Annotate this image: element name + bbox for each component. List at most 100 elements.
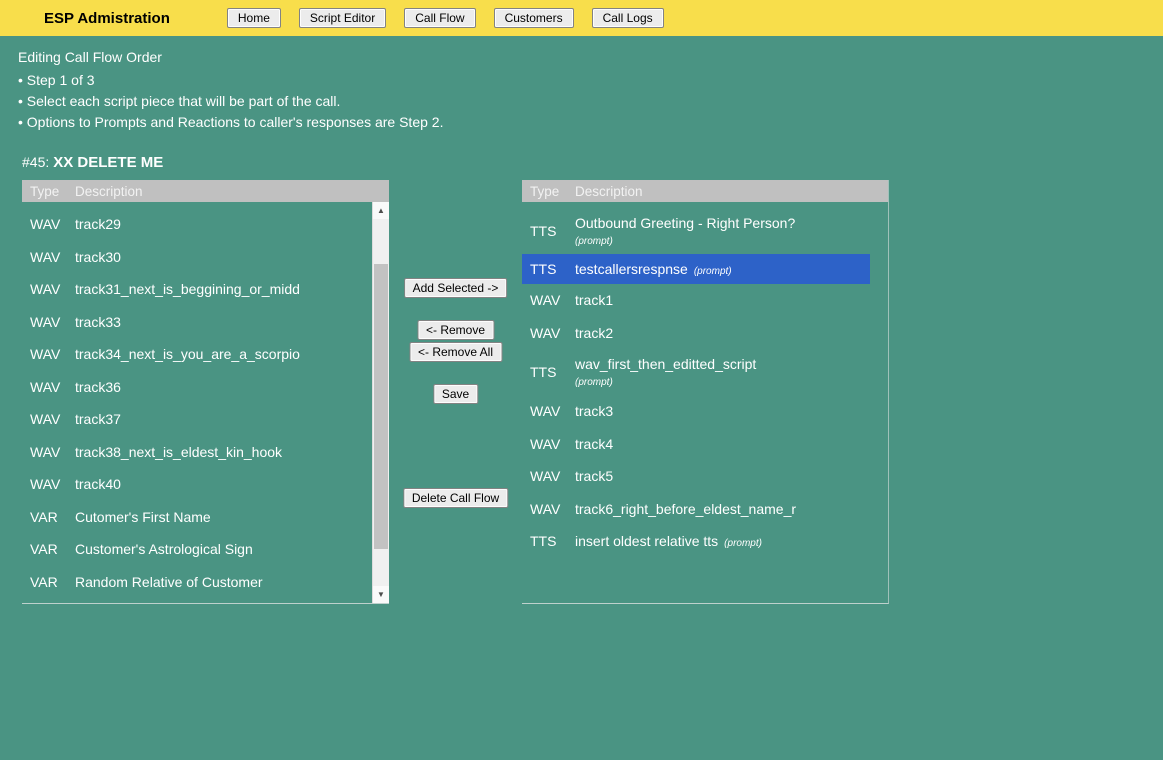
item-type: WAV — [522, 501, 575, 517]
item-type: TTS — [522, 223, 575, 239]
prompt-tag: (prompt) — [724, 538, 762, 549]
app-title: ESP Admistration — [44, 10, 170, 27]
column-header-description: Description — [75, 184, 389, 199]
item-type: WAV — [522, 468, 575, 484]
item-type: VAR — [22, 541, 75, 557]
item-description: Cutomer's First Name — [75, 509, 372, 525]
item-type: TTS — [522, 364, 575, 380]
callflow-panel: Type Description TTSOutbound Greeting - … — [522, 180, 889, 604]
item-description: insert oldest relative tts(prompt) — [575, 533, 888, 549]
list-item[interactable]: WAVtrack37 — [22, 403, 372, 436]
topbar-nav: Home Script Editor Call Flow Customers Call … — [227, 8, 664, 28]
item-type: WAV — [22, 476, 75, 492]
available-scripts-panel: Type Description WAVtrack29WAVtrack30WAV… — [22, 180, 389, 604]
nav-script-editor-button[interactable]: Script Editor — [299, 8, 386, 28]
item-description: Outbound Greeting - Right Person?(prompt… — [575, 215, 888, 247]
list-item[interactable]: WAVtrack29 — [22, 208, 372, 241]
item-type: WAV — [22, 314, 75, 330]
item-description: track36 — [75, 379, 372, 395]
flow-title: #45:XX DELETE ME — [22, 154, 1163, 171]
list-item[interactable]: VARRandom Relative of Customer — [22, 566, 372, 599]
instruction-item: Step 1 of 3 — [18, 70, 1163, 91]
item-description: track34_next_is_you_are_a_scorpio — [75, 346, 372, 362]
list-item[interactable]: VARCutomer's First Name — [22, 501, 372, 534]
item-description: track37 — [75, 411, 372, 427]
arrow-down-icon: ▼ — [377, 590, 385, 599]
list-item[interactable]: VARCustomer's Astrological Sign — [22, 533, 372, 566]
list-item[interactable]: WAVtrack2 — [522, 317, 888, 350]
item-description: track33 — [75, 314, 372, 330]
scrollbar-thumb[interactable] — [374, 264, 388, 549]
item-type: WAV — [522, 325, 575, 341]
item-description: wav_first_then_editted_script(prompt) — [575, 356, 888, 388]
item-description: track31_next_is_beggining_or_midd — [75, 281, 372, 297]
list-item[interactable]: WAVtrack30 — [22, 241, 372, 274]
instruction-item: Options to Prompts and Reactions to call… — [18, 112, 1163, 133]
item-description: track6_right_before_eldest_name_r — [575, 501, 888, 517]
available-list-scrollbar[interactable]: ▲ ▼ — [372, 202, 389, 603]
remove-all-button[interactable]: <- Remove All — [409, 342, 502, 362]
column-header-description: Description — [575, 184, 888, 199]
item-description: track40 — [75, 476, 372, 492]
item-description: track5 — [575, 468, 888, 484]
item-type: TTS — [522, 533, 575, 549]
item-description: testcallersrespnse(prompt) — [575, 261, 870, 277]
list-item[interactable]: WAVtrack36 — [22, 371, 372, 404]
item-description: track3 — [575, 403, 888, 419]
list-item[interactable]: WAVtrack6_right_before_eldest_name_r — [522, 493, 888, 526]
item-description: Random Relative of Customer — [75, 574, 372, 590]
item-type: WAV — [22, 216, 75, 232]
remove-button[interactable]: <- Remove — [417, 320, 494, 340]
item-type: WAV — [22, 346, 75, 362]
callflow-header-row: Type Description — [522, 180, 888, 202]
flow-name: XX DELETE ME — [53, 154, 163, 171]
action-buttons: Add Selected -> <- Remove <- Remove All … — [389, 180, 522, 604]
save-button[interactable]: Save — [433, 384, 478, 404]
item-type: WAV — [522, 292, 575, 308]
list-item[interactable]: TTSOutbound Greeting - Right Person?(pro… — [522, 208, 888, 254]
column-header-type: Type — [22, 184, 75, 199]
list-item[interactable]: WAVtrack5 — [522, 460, 888, 493]
item-description: track4 — [575, 436, 888, 452]
prompt-tag: (prompt) — [575, 377, 613, 388]
item-type: VAR — [22, 574, 75, 590]
item-description: track38_next_is_eldest_kin_hook — [75, 444, 372, 460]
item-type: TTS — [522, 261, 575, 277]
list-item[interactable]: WAVtrack3 — [522, 395, 888, 428]
page-heading: Editing Call Flow Order — [18, 49, 1163, 65]
list-item[interactable]: WAVtrack40 — [22, 468, 372, 501]
prompt-tag: (prompt) — [694, 266, 732, 277]
list-item[interactable]: WAVtrack33 — [22, 306, 372, 339]
nav-call-logs-button[interactable]: Call Logs — [592, 8, 664, 28]
item-type: VAR — [22, 509, 75, 525]
item-type: WAV — [22, 444, 75, 460]
add-selected-button[interactable]: Add Selected -> — [404, 278, 508, 298]
list-item[interactable]: TTSinsert oldest relative tts(prompt) — [522, 525, 888, 558]
item-description: track30 — [75, 249, 372, 265]
flow-number: #45: — [22, 154, 49, 170]
list-item[interactable]: WAVtrack31_next_is_beggining_or_midd — [22, 273, 372, 306]
item-type: WAV — [22, 249, 75, 265]
list-item[interactable]: WAVtrack4 — [522, 428, 888, 461]
nav-customers-button[interactable]: Customers — [494, 8, 574, 28]
instruction-list: Step 1 of 3Select each script piece that… — [18, 70, 1163, 133]
list-item[interactable]: WAVtrack34_next_is_you_are_a_scorpio — [22, 338, 372, 371]
item-description: track1 — [575, 292, 888, 308]
item-description: Customer's Astrological Sign — [75, 541, 372, 557]
item-description: track29 — [75, 216, 372, 232]
prompt-tag: (prompt) — [575, 236, 613, 247]
item-type: WAV — [22, 281, 75, 297]
column-header-type: Type — [522, 184, 575, 199]
list-item[interactable]: TTSwav_first_then_editted_script(prompt) — [522, 349, 888, 395]
available-header-row: Type Description — [22, 180, 389, 202]
nav-home-button[interactable]: Home — [227, 8, 281, 28]
delete-call-flow-button[interactable]: Delete Call Flow — [403, 488, 508, 508]
arrow-up-icon: ▲ — [377, 206, 385, 215]
nav-call-flow-button[interactable]: Call Flow — [404, 8, 475, 28]
list-item[interactable]: TTStestcallersrespnse(prompt) — [522, 254, 870, 284]
list-item[interactable]: WAVtrack38_next_is_eldest_kin_hook — [22, 436, 372, 469]
scroll-up-button[interactable]: ▲ — [373, 202, 389, 219]
list-item[interactable]: WAVtrack1 — [522, 284, 888, 317]
scroll-down-button[interactable]: ▼ — [373, 586, 389, 603]
item-type: WAV — [22, 379, 75, 395]
